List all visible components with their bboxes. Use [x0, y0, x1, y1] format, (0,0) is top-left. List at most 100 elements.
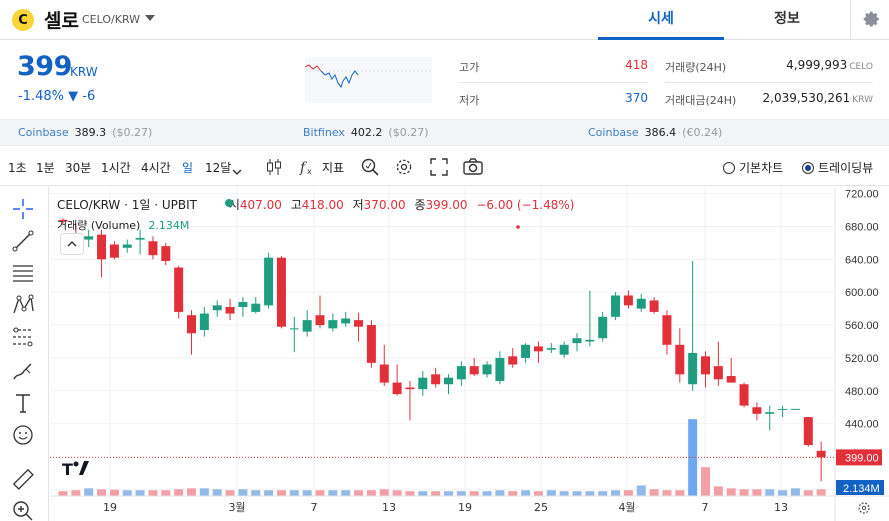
- candle-body: [135, 237, 145, 240]
- candle-body: [174, 267, 184, 312]
- price-axis: 720.00 680.00 640.00 600.00 560.00 520.00 480.…: [50, 187, 884, 521]
- candle-body: [328, 320, 338, 329]
- volume-bar: [726, 488, 736, 496]
- volume-bar: [71, 490, 81, 496]
- legend-close: 399.00: [425, 198, 468, 212]
- volume-bar: [559, 491, 569, 496]
- volume-bar: [238, 489, 248, 496]
- volume-bar: [135, 490, 145, 496]
- volume-bar: [533, 491, 543, 496]
- candle-body: [649, 300, 659, 312]
- volume-bar: [456, 491, 466, 496]
- candle-body: [623, 295, 633, 306]
- legend-open: 407.00: [239, 198, 282, 212]
- price-tick-label: 520.00: [845, 353, 879, 365]
- candles: [58, 218, 826, 482]
- candle-body: [482, 364, 492, 375]
- candle-body: [456, 366, 466, 380]
- volume-bar: [675, 490, 685, 496]
- volume-bar: [392, 490, 402, 496]
- candle-body: [418, 377, 428, 390]
- candle-body: [739, 384, 749, 406]
- time-tick-label: 7: [311, 501, 318, 514]
- volume-bar: [649, 489, 659, 496]
- price-tick-label: 440.00: [845, 419, 879, 431]
- candle-body: [366, 325, 376, 363]
- volume-bar: [482, 491, 492, 496]
- candle-body: [199, 313, 209, 330]
- volume-bar: [264, 490, 274, 496]
- candle-body: [392, 382, 402, 395]
- volume-bar: [328, 490, 338, 496]
- volume-bar: [495, 490, 505, 496]
- volume-bar: [431, 491, 441, 496]
- legend-title[interactable]: CELO/KRW · 1일 · UPBIT: [57, 198, 197, 212]
- candle-body: [559, 344, 569, 355]
- volume-bar: [302, 490, 312, 496]
- time-tick-label: 13: [382, 501, 396, 514]
- candle-body: [341, 318, 351, 324]
- candle-body: [726, 376, 736, 383]
- candle-body: [354, 320, 364, 327]
- volume-bar: [289, 490, 299, 496]
- candle-body: [713, 366, 723, 380]
- volume-bar: [739, 489, 749, 496]
- chart-grid: [50, 187, 835, 496]
- time-tick-label: 7: [702, 501, 709, 514]
- candle-body: [302, 320, 312, 332]
- time-tick-label: 19: [103, 501, 117, 514]
- candle-body: [521, 344, 531, 358]
- volume-bar: [276, 490, 286, 496]
- legend-high: 418.00: [301, 198, 344, 212]
- price-tick-label: 480.00: [845, 386, 879, 398]
- candle-body: [701, 356, 710, 375]
- volume-bar: [199, 488, 209, 496]
- time-tick-label: 19: [458, 501, 472, 514]
- volume-bar: [174, 489, 184, 496]
- price-tick-label: 560.00: [845, 320, 879, 332]
- legend-close-label: 종: [414, 198, 426, 212]
- axis-gear-icon: [858, 502, 870, 514]
- volume-bar: [778, 490, 788, 496]
- volume-bar: [816, 489, 826, 496]
- candle-body: [225, 306, 235, 314]
- candle-body: [264, 257, 274, 306]
- volume-legend: 거래량 (Volume) 2.134M: [57, 217, 189, 233]
- legend-low: 370.00: [363, 198, 406, 212]
- candle-body: [122, 244, 132, 248]
- candlestick-chart[interactable]: 720.00 680.00 640.00 600.00 560.00 520.00 480.…: [0, 0, 889, 521]
- candle-body: [276, 257, 286, 327]
- volume-bar: [354, 490, 364, 496]
- volume-bar: [469, 491, 479, 496]
- legend-collapse-button[interactable]: [60, 233, 84, 255]
- volume-bar: [379, 489, 389, 496]
- candle-body: [688, 353, 698, 385]
- volume-bar: [623, 490, 633, 496]
- candle-body: [816, 450, 826, 458]
- time-axis: 19 3월 7 13 19 25 4월 7 13: [50, 495, 889, 514]
- volume-bar: [405, 491, 415, 496]
- svg-text:T: T: [62, 460, 73, 479]
- legend-high-label: 고: [290, 198, 302, 212]
- volume-bar: [611, 490, 621, 496]
- candle-body: [636, 298, 646, 309]
- volume-bar: [84, 488, 94, 496]
- candle-body: [611, 295, 621, 317]
- candle-body: [431, 374, 441, 385]
- volume-bar: [636, 485, 646, 496]
- volume-bar: [790, 488, 800, 496]
- volume-bar: [418, 491, 428, 496]
- volume-bar: [546, 490, 556, 496]
- candle-body: [752, 407, 762, 414]
- candle-body: [405, 387, 415, 390]
- volume-bar: [148, 490, 158, 496]
- legend-change: −6.00 (−1.48%): [476, 198, 575, 212]
- volume-bar: [161, 490, 171, 496]
- volume-bar: [585, 491, 595, 496]
- candle-body: [675, 344, 685, 375]
- price-tick-label: 600.00: [845, 287, 879, 299]
- volume-bar: [662, 490, 672, 496]
- candle-body: [315, 315, 325, 326]
- candle-body: [790, 408, 800, 410]
- volume-bar: [701, 467, 710, 496]
